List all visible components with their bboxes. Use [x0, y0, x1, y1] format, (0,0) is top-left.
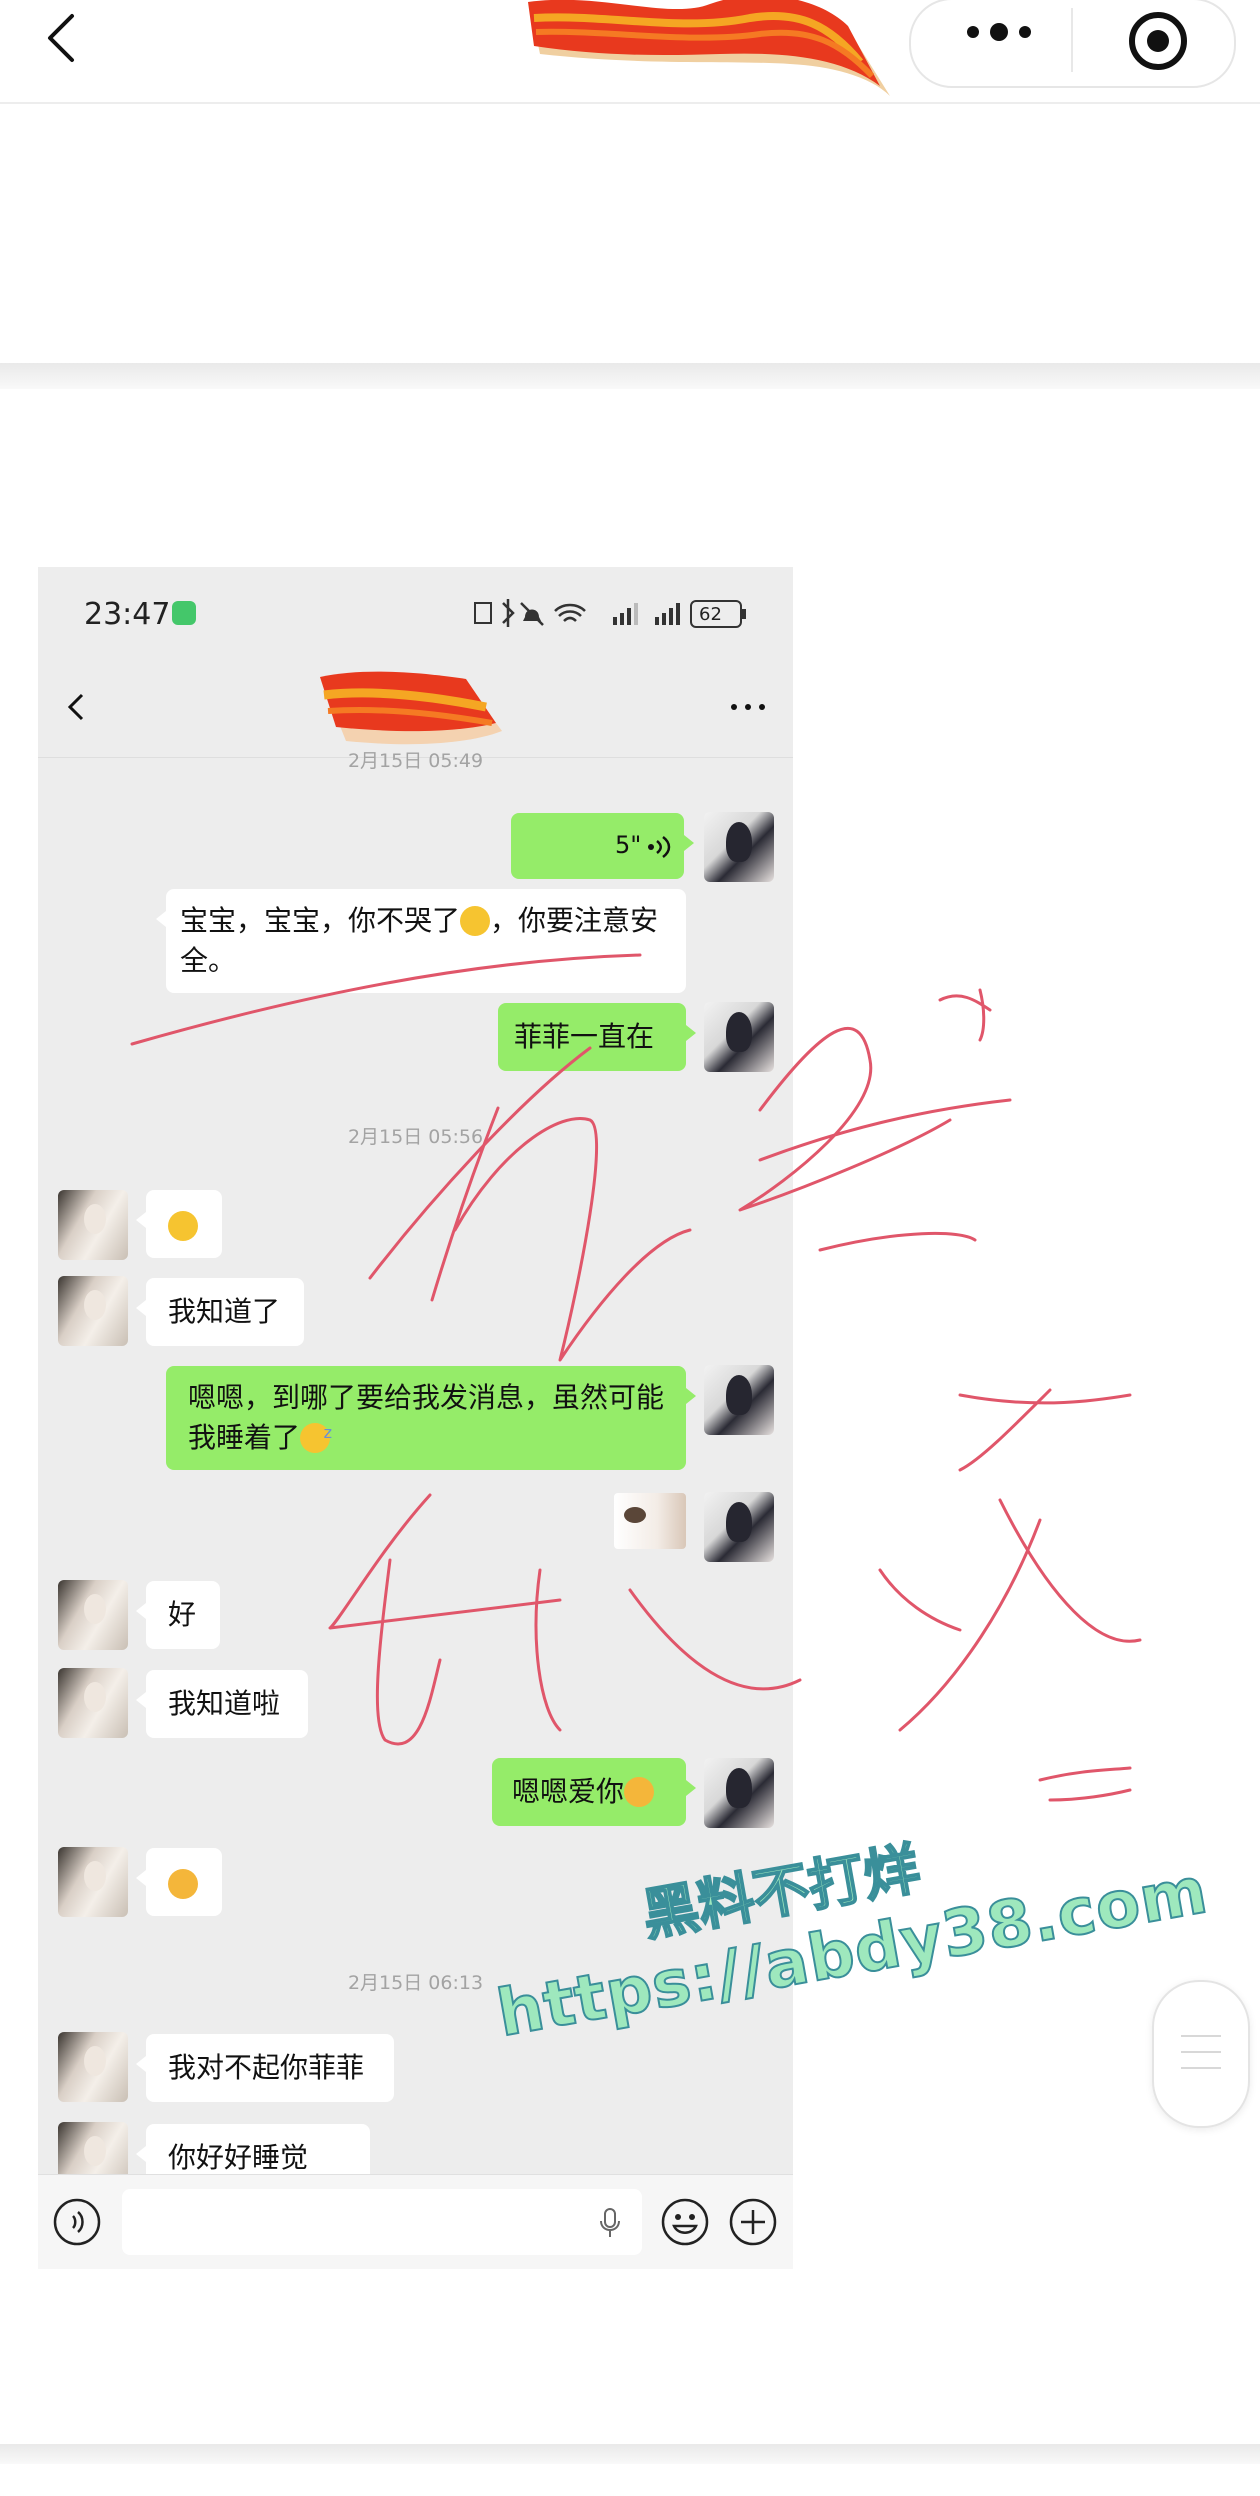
contact-avatar[interactable]	[58, 1847, 128, 1917]
voice-icon[interactable]	[52, 2197, 102, 2247]
message-bubble[interactable]: 菲菲一直在	[498, 1003, 696, 1071]
voice-message[interactable]: 5"	[511, 813, 694, 879]
message-text: 菲菲一直在	[514, 1020, 655, 1053]
message-text: 我知道了	[168, 1295, 281, 1328]
chat-input-bar	[38, 2174, 793, 2269]
capsule-menu	[909, 0, 1236, 88]
timestamp: 2月15日 05:49	[347, 750, 484, 772]
wechat-notify-icon	[172, 601, 196, 625]
my-avatar[interactable]	[704, 1492, 774, 1562]
redaction-scribble	[528, 0, 890, 96]
message-text: 嗯嗯，到哪了要给我发消息，虽然可能我睡着了	[188, 1381, 665, 1454]
angry-emoji-icon	[168, 1869, 198, 1899]
message-bubble[interactable]: 宝宝，宝宝，你不哭了 ，你要注意安全。	[156, 889, 686, 993]
my-avatar[interactable]	[704, 812, 774, 882]
divider-band	[0, 2444, 1260, 2464]
plus-icon[interactable]	[728, 2197, 778, 2247]
sticker-image[interactable]	[614, 1493, 686, 1549]
back-icon[interactable]	[38, 8, 88, 68]
mic-icon[interactable]	[598, 2207, 622, 2239]
more-dots-icon[interactable]	[728, 697, 768, 717]
back-icon[interactable]	[62, 687, 92, 727]
timestamp: 2月15日 05:56	[347, 1126, 484, 1148]
message-text: 嗯嗯爱你	[512, 1775, 625, 1808]
message-text: 我知道啦	[168, 1687, 281, 1720]
contact-avatar[interactable]	[58, 1190, 128, 1260]
message-bubble[interactable]: 我对不起你菲菲	[136, 2034, 394, 2102]
contact-avatar[interactable]	[58, 2032, 128, 2102]
message-text: 好	[168, 1598, 197, 1631]
crying-emoji-icon	[168, 1211, 198, 1241]
message-text: 我对不起你菲菲	[168, 2051, 365, 2084]
message-bubble[interactable]: 嗯嗯，到哪了要给我发消息，虽然可能我睡着了	[166, 1366, 696, 1470]
contact-name-redacted	[320, 671, 502, 745]
voice-duration: 5"	[615, 831, 642, 859]
more-dots-icon[interactable]	[959, 12, 1039, 52]
divider-band	[0, 363, 1260, 389]
sleepy-emoji-icon	[300, 1413, 332, 1453]
angry-emoji-icon	[624, 1777, 655, 1807]
menu-lines-icon	[1181, 2035, 1221, 2069]
contact-avatar[interactable]	[58, 1276, 128, 1346]
scroll-handle[interactable]	[1152, 1980, 1250, 2128]
battery-level: 62	[699, 604, 722, 625]
contact-avatar[interactable]	[58, 1668, 128, 1738]
emoji-icon[interactable]	[660, 2197, 710, 2247]
emoji-message[interactable]	[136, 1190, 222, 1258]
message-bubble[interactable]: 好	[136, 1581, 220, 1649]
status-icons	[474, 599, 746, 628]
contact-avatar[interactable]	[58, 1580, 128, 1650]
my-avatar[interactable]	[704, 1758, 774, 1828]
message-bubble[interactable]: 嗯嗯爱你	[492, 1758, 696, 1826]
mini-program-top-bar	[0, 0, 1260, 104]
message-input[interactable]	[122, 2189, 642, 2255]
message-text: 你好好睡觉	[168, 2141, 309, 2174]
my-avatar[interactable]	[704, 1002, 774, 1072]
message-text: 宝宝，宝宝，你不哭了	[180, 904, 461, 937]
record-icon[interactable]	[1123, 6, 1193, 76]
message-bubble[interactable]: 我知道了	[136, 1278, 304, 1346]
voice-icon	[648, 836, 671, 858]
my-avatar[interactable]	[704, 1365, 774, 1435]
message-bubble[interactable]: 我知道啦	[136, 1670, 308, 1738]
chat-header	[38, 657, 793, 758]
status-time: 23:47	[84, 597, 171, 632]
status-bar: 23:47 62	[38, 567, 793, 657]
emoji-message[interactable]	[136, 1848, 222, 1916]
crying-emoji-icon	[460, 906, 491, 936]
